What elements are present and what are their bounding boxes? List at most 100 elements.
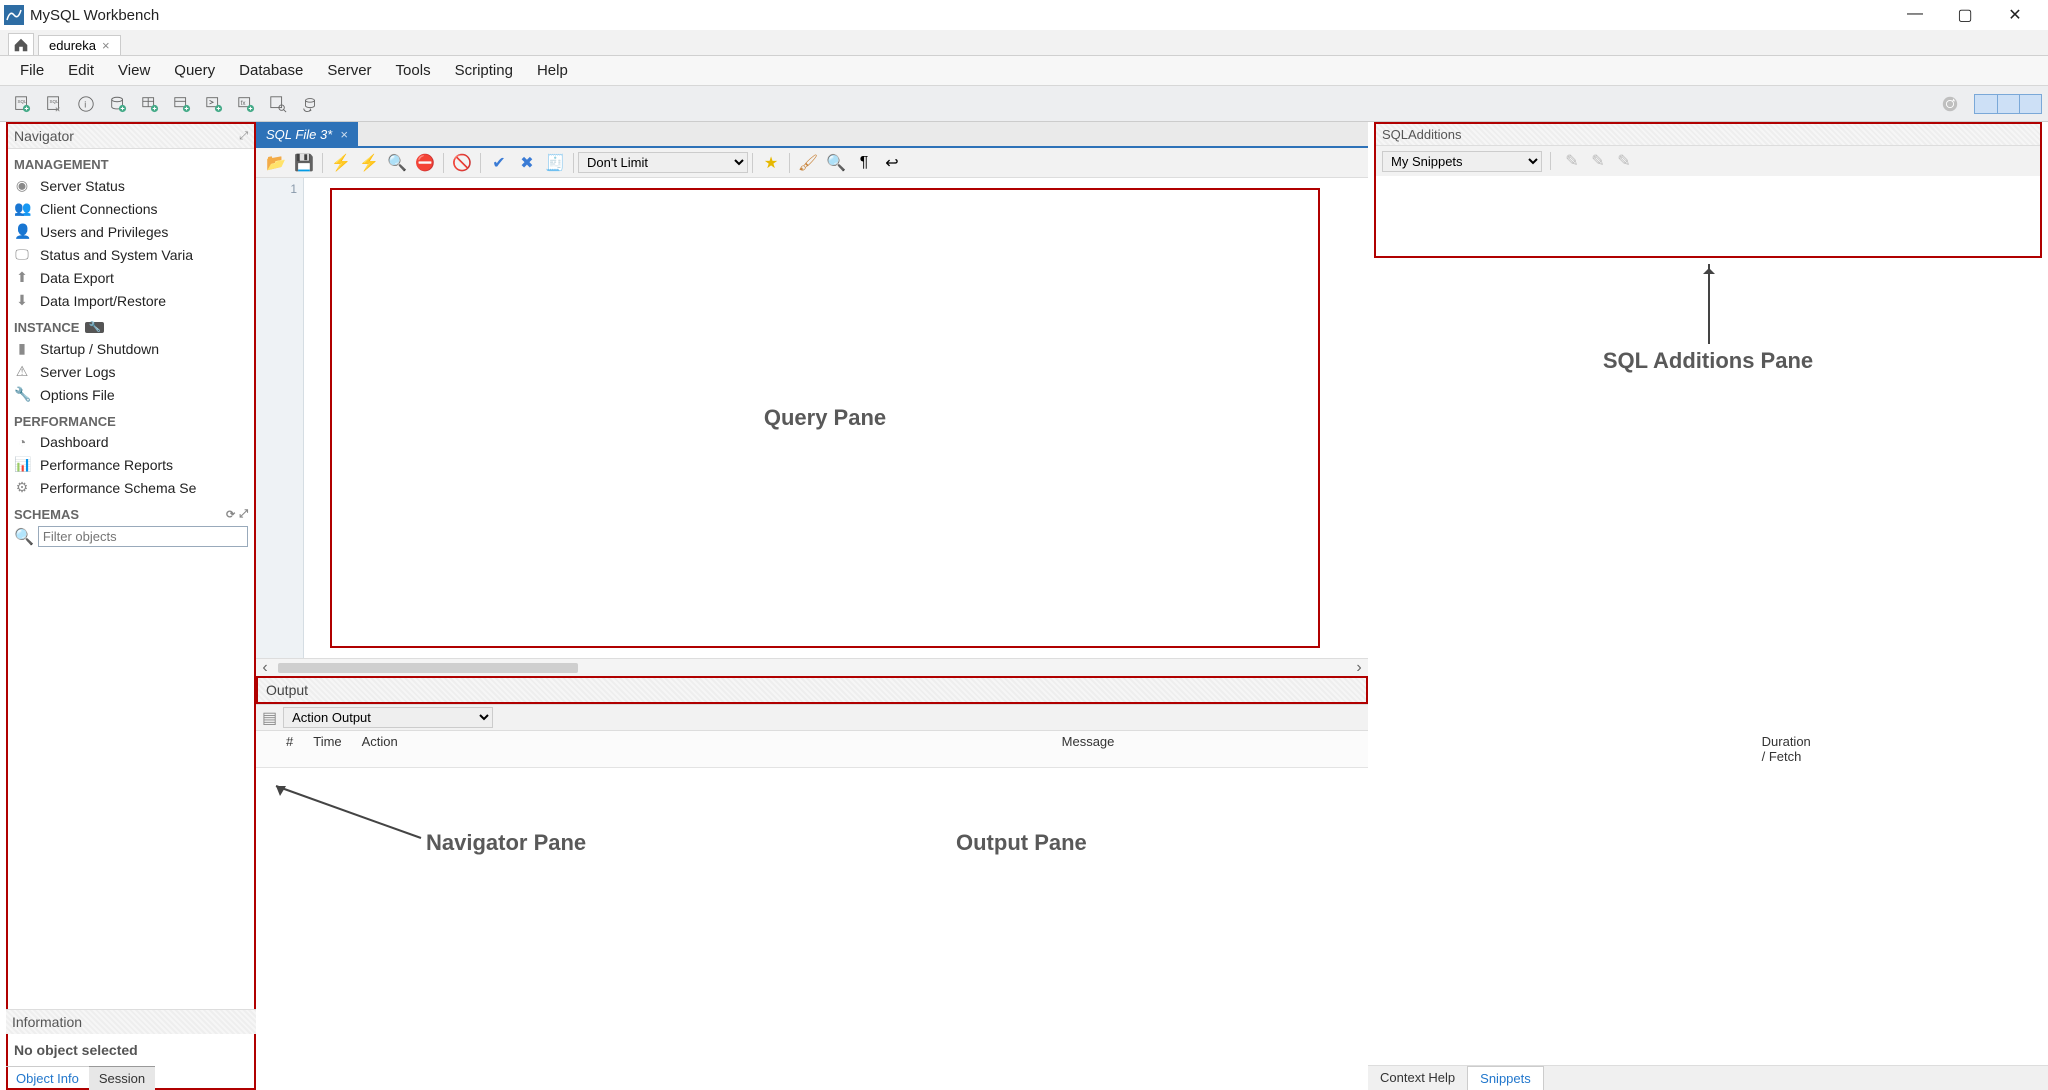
- perf-schema-icon: ⚙: [14, 479, 30, 496]
- output-type-select[interactable]: Action Output: [283, 707, 493, 728]
- tab-object-info[interactable]: Object Info: [6, 1066, 89, 1090]
- open-sql-file-button[interactable]: SQL: [40, 90, 68, 118]
- save-file-button[interactable]: 💾: [292, 151, 316, 175]
- no-exec-icon: 🚫: [452, 153, 472, 173]
- import-icon: ⬇: [14, 292, 30, 309]
- panel-toggle-group: [1974, 94, 2042, 114]
- autocommit-button[interactable]: 🧾: [543, 151, 567, 175]
- minimize-button[interactable]: —: [1906, 5, 1924, 25]
- close-button[interactable]: ✕: [2006, 5, 2024, 25]
- scroll-thumb[interactable]: [278, 663, 578, 673]
- sql-file-tab-label: SQL File 3*: [266, 127, 332, 142]
- snippets-select[interactable]: My Snippets: [1382, 151, 1542, 172]
- add-snippet-button[interactable]: ★: [759, 151, 783, 175]
- schemas-filter-input[interactable]: [38, 526, 248, 547]
- execute-button[interactable]: ⚡: [329, 151, 353, 175]
- col-index: #: [276, 734, 303, 764]
- expand-schemas-icon[interactable]: ⤢: [239, 508, 248, 521]
- menu-edit[interactable]: Edit: [56, 62, 106, 79]
- menu-tools[interactable]: Tools: [384, 62, 443, 79]
- output-list-icon[interactable]: ▤: [262, 708, 277, 728]
- commit-button[interactable]: ✔: [487, 151, 511, 175]
- create-table-button[interactable]: [136, 90, 164, 118]
- maximize-button[interactable]: ▢: [1956, 5, 1974, 25]
- nav-performance-reports[interactable]: 📊Performance Reports: [8, 453, 254, 476]
- new-sql-tab-button[interactable]: SQL: [8, 90, 36, 118]
- editor-horizontal-scrollbar[interactable]: ‹ ›: [256, 658, 1368, 676]
- menu-database[interactable]: Database: [227, 62, 315, 79]
- find-button[interactable]: 🔍: [824, 151, 848, 175]
- pilcrow-icon: ¶: [860, 154, 869, 172]
- output-columns: # Time Action Message Duration / Fetch: [256, 731, 1368, 768]
- connection-tab[interactable]: edureka ×: [38, 35, 121, 55]
- connection-tab-bar: edureka ×: [0, 30, 2048, 56]
- limit-select[interactable]: Don't Limit: [578, 152, 748, 173]
- brush-icon: 🖌: [798, 153, 818, 173]
- beautify-button[interactable]: 🖌: [796, 151, 820, 175]
- tab-snippets[interactable]: Snippets: [1467, 1066, 1544, 1090]
- create-view-button[interactable]: [168, 90, 196, 118]
- nav-status-variables[interactable]: 🖵Status and System Varia: [8, 243, 254, 266]
- nav-data-import[interactable]: ⬇Data Import/Restore: [8, 289, 254, 312]
- nav-startup-shutdown[interactable]: ▮Startup / Shutdown: [8, 337, 254, 360]
- title-bar: MySQL Workbench — ▢ ✕: [0, 0, 2048, 30]
- menu-view[interactable]: View: [106, 62, 162, 79]
- toggle-secondary-button[interactable]: [2019, 95, 2041, 113]
- update-button[interactable]: [1936, 90, 1964, 118]
- toggle-comment-button[interactable]: 🚫: [450, 151, 474, 175]
- toggle-sidebar-button[interactable]: [1975, 95, 1997, 113]
- menu-help[interactable]: Help: [525, 62, 580, 79]
- inspector-button[interactable]: i: [72, 90, 100, 118]
- refresh-schemas-icon[interactable]: ⟳: [226, 508, 235, 521]
- rollback-button[interactable]: ✖: [515, 151, 539, 175]
- scroll-right-icon[interactable]: ›: [1350, 659, 1368, 677]
- nav-dashboard[interactable]: ◔Dashboard: [8, 431, 254, 453]
- sql-file-plus-icon: SQL: [13, 95, 31, 113]
- navigator-arrow: [266, 778, 426, 848]
- sql-editor[interactable]: Query Pane: [304, 178, 1368, 658]
- toggle-output-button[interactable]: [1997, 95, 2019, 113]
- search-table-data-button[interactable]: [264, 90, 292, 118]
- snippet-replace-button[interactable]: ✎: [1587, 150, 1609, 172]
- app-icon: [4, 5, 24, 25]
- nav-server-logs[interactable]: ⚠Server Logs: [8, 360, 254, 383]
- nav-performance-schema[interactable]: ⚙Performance Schema Se: [8, 476, 254, 499]
- tab-context-help[interactable]: Context Help: [1368, 1066, 1467, 1090]
- open-file-button[interactable]: 📂: [264, 151, 288, 175]
- nav-client-connections[interactable]: 👥Client Connections: [8, 197, 254, 220]
- sql-file-tab[interactable]: SQL File 3* ×: [256, 122, 358, 146]
- snippet-insert-button[interactable]: ✎: [1561, 150, 1583, 172]
- connections-icon: 👥: [14, 200, 30, 217]
- reconnect-button[interactable]: [296, 90, 324, 118]
- proc-plus-icon: [205, 95, 223, 113]
- nav-users-privileges[interactable]: 👤Users and Privileges: [8, 220, 254, 243]
- menu-server[interactable]: Server: [315, 62, 383, 79]
- wrap-button[interactable]: ↩: [880, 151, 904, 175]
- tab-session[interactable]: Session: [89, 1066, 155, 1090]
- nav-options-file[interactable]: 🔧Options File: [8, 383, 254, 406]
- sql-file-tab-close-icon[interactable]: ×: [340, 127, 348, 142]
- output-title: Output: [258, 678, 1366, 702]
- menu-scripting[interactable]: Scripting: [443, 62, 525, 79]
- menu-file[interactable]: File: [8, 62, 56, 79]
- create-schema-button[interactable]: [104, 90, 132, 118]
- explain-button[interactable]: 🔍: [385, 151, 409, 175]
- snippet-insert-icon: ✎: [1565, 151, 1578, 171]
- nav-data-export[interactable]: ⬆Data Export: [8, 266, 254, 289]
- connection-tab-close-icon[interactable]: ×: [102, 38, 110, 53]
- menu-query[interactable]: Query: [162, 62, 227, 79]
- snippet-copy-button[interactable]: ✎: [1613, 150, 1635, 172]
- execute-current-button[interactable]: ⚡: [357, 151, 381, 175]
- expand-icon[interactable]: ⤢: [239, 130, 248, 143]
- scroll-left-icon[interactable]: ‹: [256, 659, 274, 677]
- func-plus-icon: fx: [237, 95, 255, 113]
- star-plus-icon: ★: [764, 153, 778, 173]
- toggle-whitespace-button[interactable]: ¶: [852, 151, 876, 175]
- stop-button[interactable]: ⛔: [413, 151, 437, 175]
- sql-additions-annotation: SQL Additions Pane: [1603, 348, 1813, 373]
- nav-server-status[interactable]: ◉Server Status: [8, 174, 254, 197]
- home-tab[interactable]: [8, 33, 34, 55]
- create-function-button[interactable]: fx: [232, 90, 260, 118]
- svg-text:i: i: [84, 99, 86, 109]
- create-procedure-button[interactable]: [200, 90, 228, 118]
